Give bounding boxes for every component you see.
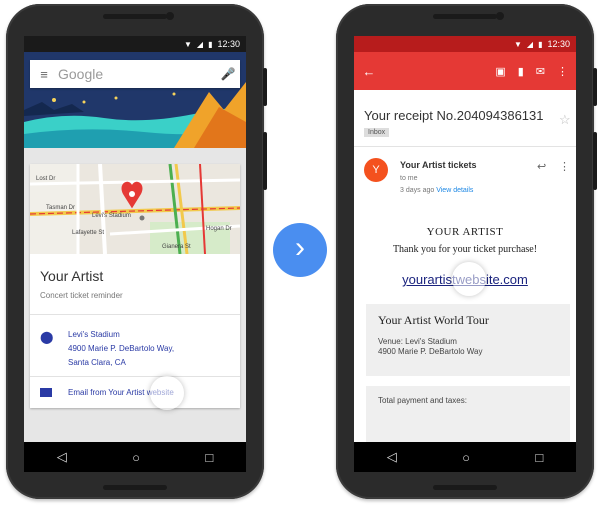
- home-nav-icon[interactable]: ○: [132, 450, 140, 465]
- map-label-tasman: Tasman Dr: [46, 205, 76, 211]
- recents-nav-icon[interactable]: □: [205, 450, 213, 465]
- left-phone: ▼ ◢ ▮ 12:30 ≡ Google 🎤 Tasman Dr Levi's …: [6, 4, 267, 499]
- tour-venue-line-2: 4900 Marie P. DeBartolo Way: [378, 347, 483, 356]
- map-label-lafayette: Lafayette St: [72, 230, 105, 236]
- mail-icon[interactable]: ✉: [536, 65, 545, 78]
- back-arrow-icon[interactable]: ←: [354, 64, 384, 79]
- android-nav-bar: ◁ ○ □: [24, 442, 246, 472]
- wifi-icon: ▼: [183, 39, 192, 49]
- gmail-app-bar: ← ▣ ▮ ✉ ⋮: [354, 52, 576, 90]
- mic-icon[interactable]: 🎤: [216, 67, 240, 81]
- stadium-map[interactable]: Tasman Dr Levi's Stadium Hogan Dr Gianer…: [30, 164, 240, 254]
- venue-name: Levi's Stadium: [68, 330, 120, 339]
- star-icon[interactable]: ☆: [559, 112, 571, 128]
- status-time: 12:30: [547, 39, 570, 49]
- archive-icon[interactable]: ▣: [495, 65, 505, 78]
- inbox-label[interactable]: Inbox: [364, 128, 390, 137]
- tour-name: Your Artist World Tour: [378, 313, 489, 327]
- tour-info-box: Your Artist World Tour Venue: Levi's Sta…: [366, 304, 570, 376]
- recipient-to-me: to me: [400, 175, 418, 182]
- card-divider: [30, 314, 240, 315]
- venue-address[interactable]: Levi's Stadium 4900 Marie P. DeBartolo W…: [68, 328, 174, 370]
- card-title: Your Artist: [40, 268, 104, 284]
- status-time: 12:30: [217, 39, 240, 49]
- payment-box: Total payment and taxes:: [366, 386, 570, 442]
- front-camera: [166, 12, 174, 20]
- sender-avatar: Y: [364, 158, 388, 182]
- back-nav-icon[interactable]: ◁: [387, 449, 397, 465]
- bottom-speaker: [103, 485, 167, 490]
- concert-reminder-card[interactable]: Tasman Dr Levi's Stadium Hogan Dr Gianer…: [30, 164, 240, 410]
- next-arrow-icon: ›: [273, 223, 327, 277]
- power-button: [593, 68, 597, 106]
- home-nav-icon[interactable]: ○: [462, 450, 470, 465]
- sender-name: Your Artist tickets: [400, 160, 477, 170]
- android-nav-bar: ◁ ○ □: [354, 442, 576, 472]
- menu-icon[interactable]: ≡: [30, 67, 58, 82]
- total-payment-label: Total payment and taxes:: [378, 396, 467, 405]
- email-heading: YOUR ARTIST: [426, 226, 504, 238]
- message-overflow-icon[interactable]: ⋮: [559, 160, 570, 173]
- reply-icon[interactable]: ↩: [537, 160, 546, 173]
- earpiece: [433, 14, 497, 19]
- touch-indicator: [150, 376, 184, 410]
- header-divider: [354, 146, 576, 147]
- recents-nav-icon[interactable]: □: [535, 450, 543, 465]
- time-ago: 3 days ago: [400, 187, 435, 194]
- signal-icon: ◢: [526, 39, 534, 49]
- card-divider: [30, 376, 240, 377]
- power-button: [263, 68, 267, 106]
- email-subject: Your receipt No.204094386131: [364, 108, 544, 123]
- venue-address-line-1: 4900 Marie P. DeBartolo Way,: [68, 344, 175, 353]
- signal-icon: ◢: [196, 39, 204, 49]
- google-search-bar[interactable]: ≡ Google 🎤: [30, 60, 240, 88]
- tour-venue-line-1: Venue: Levi's Stadium: [378, 337, 457, 346]
- status-bar: ▼ ◢ ▮ 12:30: [24, 36, 246, 52]
- gmail-receipt-screen: ▼ ◢ ▮ 12:30 ← ▣ ▮ ✉ ⋮ Your receipt No.20…: [354, 36, 576, 442]
- map-label-hogan: Hogan Dr: [206, 226, 232, 232]
- battery-icon: ▮: [538, 39, 543, 49]
- touch-indicator: [452, 262, 486, 296]
- venue-address-line-2: Santa Clara, CA: [68, 358, 126, 367]
- status-bar: ▼ ◢ ▮ 12:30: [354, 36, 576, 52]
- overflow-menu-icon[interactable]: ⋮: [557, 65, 568, 78]
- volume-button: [263, 132, 267, 190]
- map-label-gianera: Gianera St: [162, 244, 191, 250]
- thank-you-text: Thank you for your ticket purchase!: [392, 244, 538, 255]
- bottom-speaker: [433, 485, 497, 490]
- map-label-lost: Lost Dr: [36, 176, 56, 182]
- map-label-stadium: Levi's Stadium: [92, 213, 131, 219]
- card-subtitle: Concert ticket reminder: [40, 291, 123, 300]
- search-input[interactable]: Google: [58, 66, 216, 82]
- earpiece: [103, 14, 167, 19]
- back-nav-icon[interactable]: ◁: [57, 449, 67, 465]
- delete-icon[interactable]: ▮: [518, 65, 524, 78]
- view-details-link[interactable]: View details: [436, 187, 473, 194]
- email-icon: [40, 388, 52, 397]
- battery-icon: ▮: [208, 39, 213, 49]
- google-now-screen: ▼ ◢ ▮ 12:30 ≡ Google 🎤 Tasman Dr Levi's …: [24, 36, 246, 442]
- front-camera: [496, 12, 504, 20]
- volume-button: [593, 132, 597, 190]
- right-phone: ▼ ◢ ▮ 12:30 ← ▣ ▮ ✉ ⋮ Your receipt No.20…: [336, 4, 597, 499]
- wifi-icon: ▼: [513, 39, 522, 49]
- sent-time: 3 days ago View details: [400, 187, 473, 194]
- location-pin-icon: ⬤: [40, 330, 54, 344]
